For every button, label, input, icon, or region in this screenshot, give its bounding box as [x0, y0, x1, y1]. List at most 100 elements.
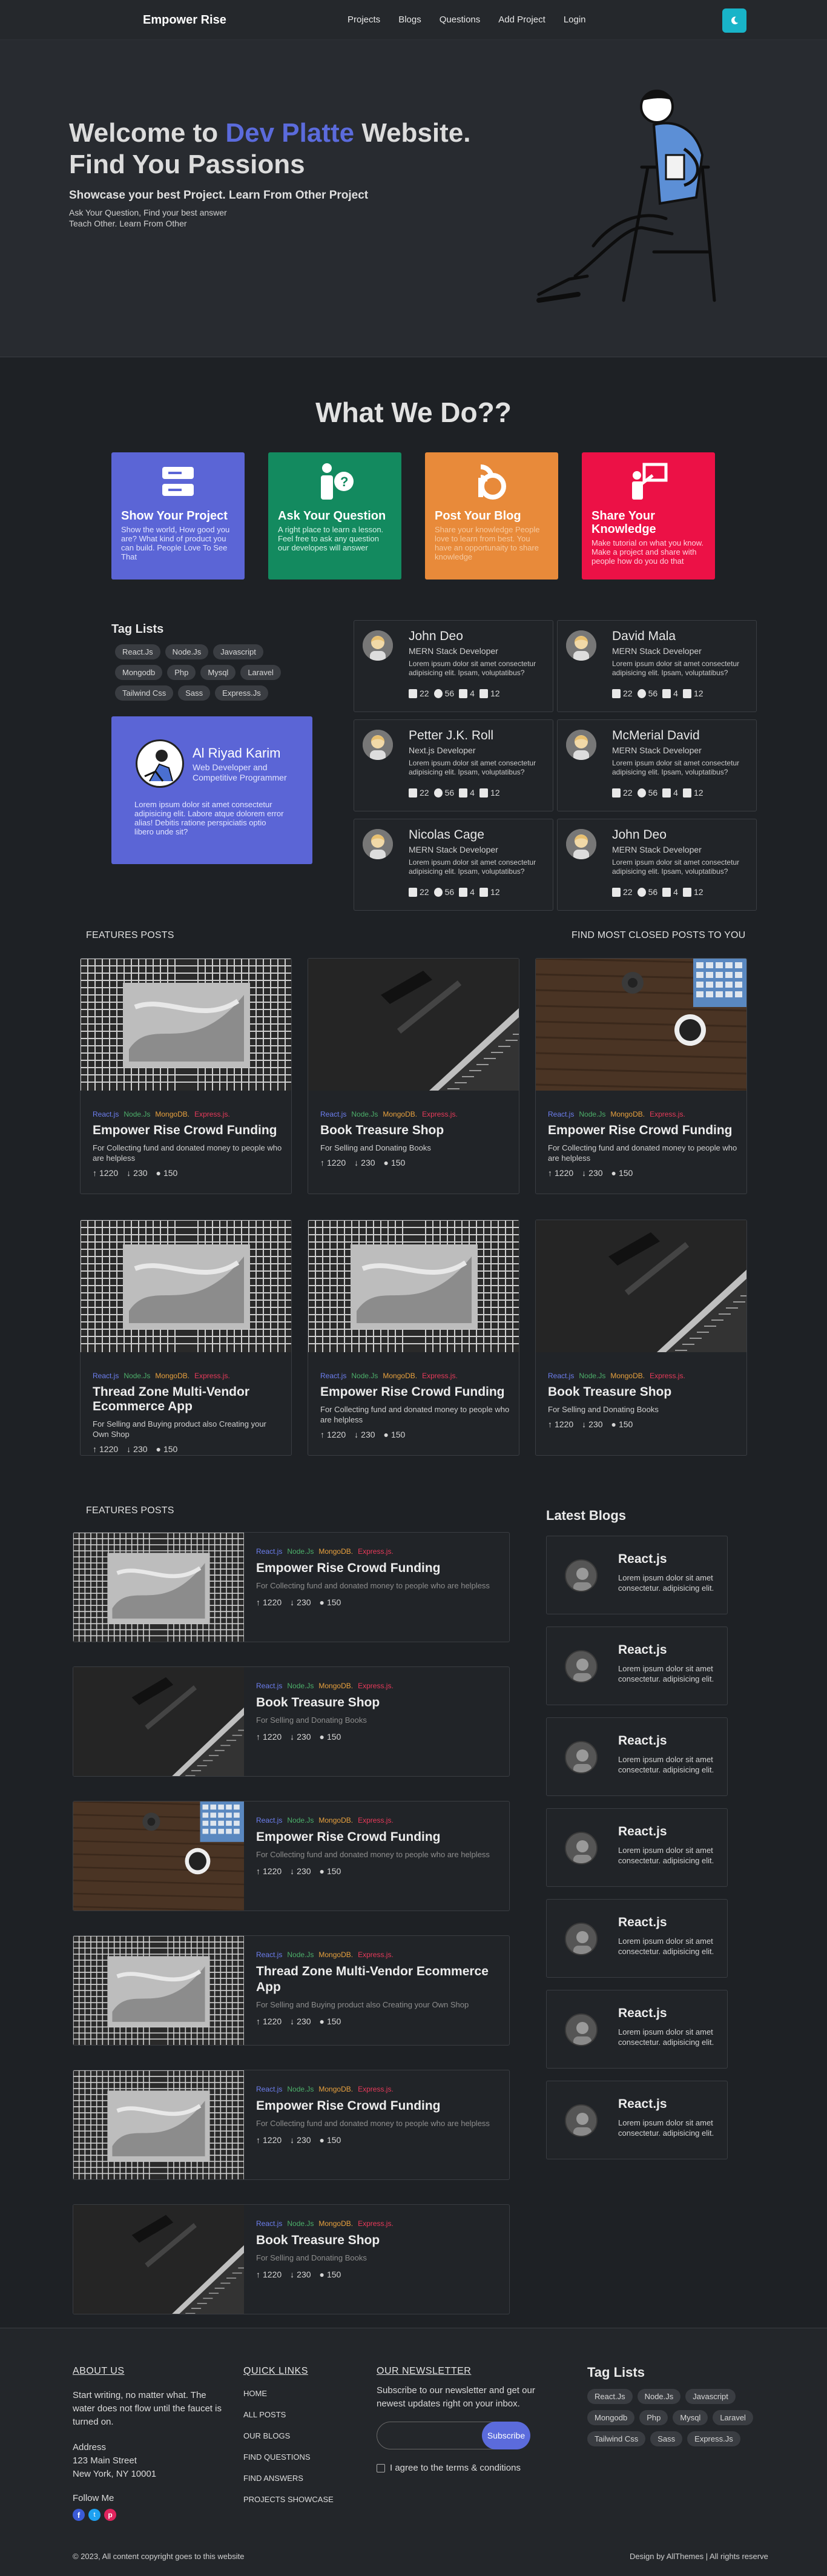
footer-tag-nodejs[interactable]: Node.Js [637, 2389, 681, 2404]
tech-express-badge[interactable]: Express.js. [194, 1372, 230, 1380]
tech-react-badge[interactable]: React.js [256, 1547, 282, 1556]
comment-icon[interactable]: ● [611, 1419, 616, 1429]
subscribe-button[interactable]: Subscribe [482, 2422, 530, 2449]
tech-express-badge[interactable]: Express.js. [650, 1110, 685, 1118]
tech-node-badge[interactable]: Node.Js [287, 2085, 314, 2093]
arrow-down-icon[interactable]: ↓ [582, 1168, 586, 1178]
footer-tag-reactjs[interactable]: React.Js [587, 2389, 633, 2404]
footer-tag-javascript[interactable]: Javascript [685, 2389, 736, 2404]
tech-node-badge[interactable]: Node.Js [579, 1372, 605, 1380]
comment-icon[interactable]: ● [320, 1732, 325, 1742]
footer-link-find-questions[interactable]: FIND QUESTIONS [243, 2452, 334, 2462]
arrow-up-icon[interactable]: ↑ [548, 1419, 552, 1429]
comment-icon[interactable]: ● [384, 1430, 389, 1439]
list-post-card[interactable]: React.js Node.Js MongoDB. Express.js. Threa… [73, 1935, 510, 2046]
tech-express-badge[interactable]: Express.js. [650, 1372, 685, 1380]
arrow-down-icon[interactable]: ↓ [354, 1158, 358, 1167]
service-card-share-knowledge[interactable]: Share Your Knowledge Make tutorial on wh… [582, 452, 715, 580]
tech-node-badge[interactable]: Node.Js [124, 1110, 150, 1118]
arrow-down-icon[interactable]: ↓ [290, 2135, 294, 2145]
blog-card[interactable]: React.js Lorem ipsum dolor sit amet cons… [546, 1536, 728, 1614]
tech-react-badge[interactable]: React.js [256, 1682, 282, 1690]
blog-card[interactable]: React.js Lorem ipsum dolor sit amet cons… [546, 1717, 728, 1796]
profile-card[interactable]: Petter J.K. Roll Next.js Developer Lorem… [354, 719, 553, 811]
blog-card[interactable]: React.js Lorem ipsum dolor sit amet cons… [546, 1627, 728, 1705]
post-title[interactable]: Empower Rise Crowd Funding [256, 1560, 498, 1576]
tech-react-badge[interactable]: React.js [93, 1110, 119, 1118]
post-title[interactable]: Empower Rise Crowd Funding [320, 1385, 511, 1399]
tech-express-badge[interactable]: Express.js. [358, 2085, 394, 2093]
arrow-up-icon[interactable]: ↑ [256, 1866, 260, 1876]
blog-card[interactable]: React.js Lorem ipsum dolor sit amet cons… [546, 1808, 728, 1887]
arrow-up-icon[interactable]: ↑ [93, 1168, 97, 1178]
comment-icon[interactable]: ● [384, 1158, 389, 1167]
post-title[interactable]: Book Treasure Shop [256, 1695, 498, 1711]
tech-express-badge[interactable]: Express.js. [358, 2219, 394, 2228]
tech-express-badge[interactable]: Express.js. [358, 1682, 394, 1690]
footer-link-find-answers[interactable]: FIND ANSWERS [243, 2474, 334, 2483]
comment-icon[interactable]: ● [611, 1168, 616, 1178]
blog-title[interactable]: React.js [618, 1915, 667, 1930]
tech-react-badge[interactable]: React.js [256, 1950, 282, 1959]
tech-mongodb-badge[interactable]: MongoDB. [155, 1110, 189, 1118]
feature-post-card[interactable]: React.js Node.Js MongoDB. Express.js. Empow… [80, 958, 292, 1194]
comment-icon[interactable]: ● [320, 2135, 325, 2145]
arrow-up-icon[interactable]: ↑ [320, 1158, 325, 1167]
arrow-up-icon[interactable]: ↑ [93, 1444, 97, 1454]
comment-icon[interactable]: ● [320, 1866, 325, 1876]
tech-mongodb-badge[interactable]: MongoDB. [318, 2219, 353, 2228]
footer-tag-tailwind[interactable]: Tailwind Css [587, 2431, 646, 2446]
profile-card[interactable]: Nicolas Cage MERN Stack Developer Lorem … [354, 819, 553, 911]
arrow-down-icon[interactable]: ↓ [354, 1430, 358, 1439]
tech-node-badge[interactable]: Node.Js [287, 1816, 314, 1825]
tech-node-badge[interactable]: Node.Js [351, 1110, 378, 1118]
tag-tailwind[interactable]: Tailwind Css [115, 685, 174, 701]
tech-mongodb-badge[interactable]: MongoDB. [318, 1547, 353, 1556]
service-card-ask-question[interactable]: ? Ask Your Question A right place to lea… [268, 452, 401, 580]
blog-card[interactable]: React.js Lorem ipsum dolor sit amet cons… [546, 2081, 728, 2159]
post-title[interactable]: Empower Rise Crowd Funding [548, 1123, 739, 1138]
blog-title[interactable]: React.js [618, 2097, 667, 2112]
tech-mongodb-badge[interactable]: MongoDB. [610, 1372, 645, 1380]
tech-express-badge[interactable]: Express.js. [194, 1110, 230, 1118]
blog-title[interactable]: React.js [618, 1825, 667, 1839]
tech-node-badge[interactable]: Node.Js [287, 1682, 314, 1690]
nav-link-questions[interactable]: Questions [440, 15, 481, 25]
tech-node-badge[interactable]: Node.Js [287, 2219, 314, 2228]
list-post-card[interactable]: React.js Node.Js MongoDB. Express.js. Book … [73, 1666, 510, 1777]
tech-react-badge[interactable]: React.js [548, 1372, 574, 1380]
tech-express-badge[interactable]: Express.js. [358, 1950, 394, 1959]
arrow-down-icon[interactable]: ↓ [290, 1866, 294, 1876]
tech-node-badge[interactable]: Node.Js [287, 1547, 314, 1556]
tech-mongodb-badge[interactable]: MongoDB. [383, 1372, 417, 1380]
nav-link-login[interactable]: Login [564, 15, 586, 25]
tech-mongodb-badge[interactable]: MongoDB. [318, 1816, 353, 1825]
comment-icon[interactable]: ● [156, 1168, 161, 1178]
tech-react-badge[interactable]: React.js [548, 1110, 574, 1118]
tech-express-badge[interactable]: Express.js. [358, 1547, 394, 1556]
tag-nodejs[interactable]: Node.Js [165, 644, 209, 659]
tech-mongodb-badge[interactable]: MongoDB. [155, 1372, 189, 1380]
tech-mongodb-badge[interactable]: MongoDB. [318, 2085, 353, 2093]
tech-node-badge[interactable]: Node.Js [351, 1372, 378, 1380]
tech-mongodb-badge[interactable]: MongoDB. [318, 1950, 353, 1959]
tech-node-badge[interactable]: Node.Js [287, 1950, 314, 1959]
tag-expressjs[interactable]: Express.Js [215, 685, 268, 701]
profile-card[interactable]: McMerial David MERN Stack Developer Lore… [557, 719, 757, 811]
tag-mysql[interactable]: Mysql [200, 665, 236, 680]
arrow-down-icon[interactable]: ↓ [290, 1597, 294, 1607]
author-card[interactable]: Al Riyad Karim Web Developer and Competi… [111, 716, 312, 864]
tech-express-badge[interactable]: Express.js. [422, 1110, 458, 1118]
post-title[interactable]: Book Treasure Shop [256, 2233, 498, 2248]
arrow-down-icon[interactable]: ↓ [290, 2270, 294, 2279]
arrow-up-icon[interactable]: ↑ [320, 1430, 325, 1439]
blog-title[interactable]: React.js [618, 2006, 667, 2021]
list-post-card[interactable]: React.js Node.Js MongoDB. Express.js. Empow… [73, 1532, 510, 1642]
footer-link-home[interactable]: HOME [243, 2389, 334, 2398]
feature-post-card[interactable]: React.js Node.Js MongoDB. Express.js. Empow… [535, 958, 747, 1194]
feature-post-card[interactable]: React.js Node.Js MongoDB. Express.js. Book … [535, 1220, 747, 1456]
terms-checkbox[interactable] [377, 2463, 385, 2472]
arrow-down-icon[interactable]: ↓ [582, 1419, 586, 1429]
tech-express-badge[interactable]: Express.js. [422, 1372, 458, 1380]
tech-react-badge[interactable]: React.js [256, 2085, 282, 2093]
